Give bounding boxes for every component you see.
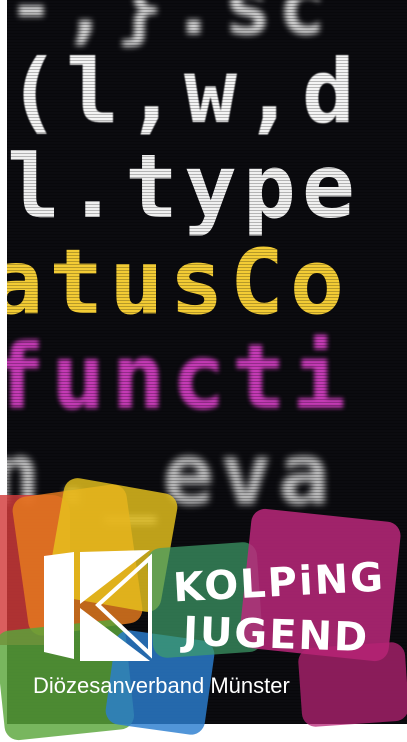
brand-subtitle: Diözesanverband Münster xyxy=(33,673,290,698)
code-line-2: (l,w,d xyxy=(7,40,361,143)
code-line-4: atusCo xyxy=(7,230,351,335)
code-line-3: l.type xyxy=(7,135,361,238)
kolping-k-icon xyxy=(44,550,152,661)
code-line-5: functi xyxy=(7,325,353,430)
brand-line-jugend: JUGEND xyxy=(182,608,370,662)
